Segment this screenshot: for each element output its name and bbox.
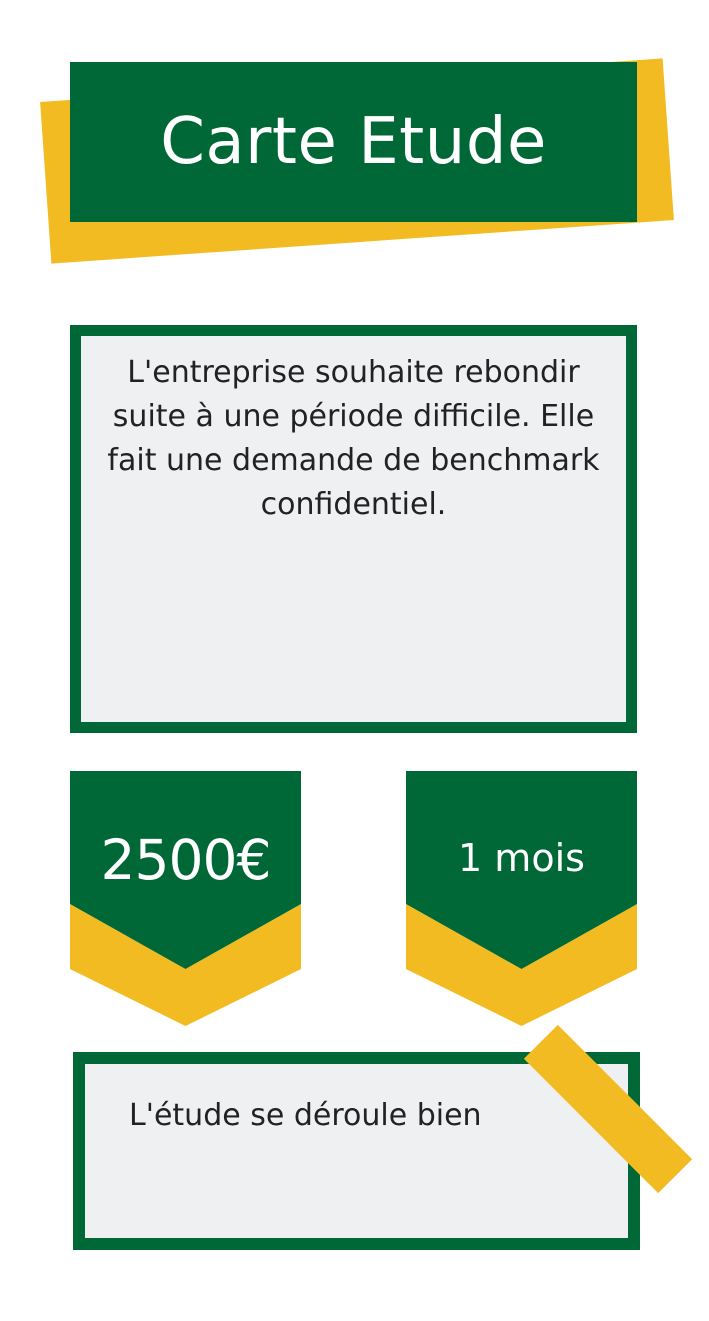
description-text: L'entreprise souhaite rebondir suite à u… xyxy=(107,355,600,522)
outcome-text: L'étude se déroule bien xyxy=(129,1098,482,1133)
duration-value: 1 mois xyxy=(458,836,585,880)
price-value: 2500€ xyxy=(100,828,272,892)
price-badge-shape xyxy=(70,771,301,1026)
duration-badge: 1 mois xyxy=(406,771,637,1026)
title-banner: Carte Etude xyxy=(70,62,637,222)
duration-badge-shape xyxy=(406,771,637,1026)
card-title: Carte Etude xyxy=(160,105,547,179)
price-badge: 2500€ xyxy=(70,771,301,1026)
description-card: L'entreprise souhaite rebondir suite à u… xyxy=(70,325,637,733)
